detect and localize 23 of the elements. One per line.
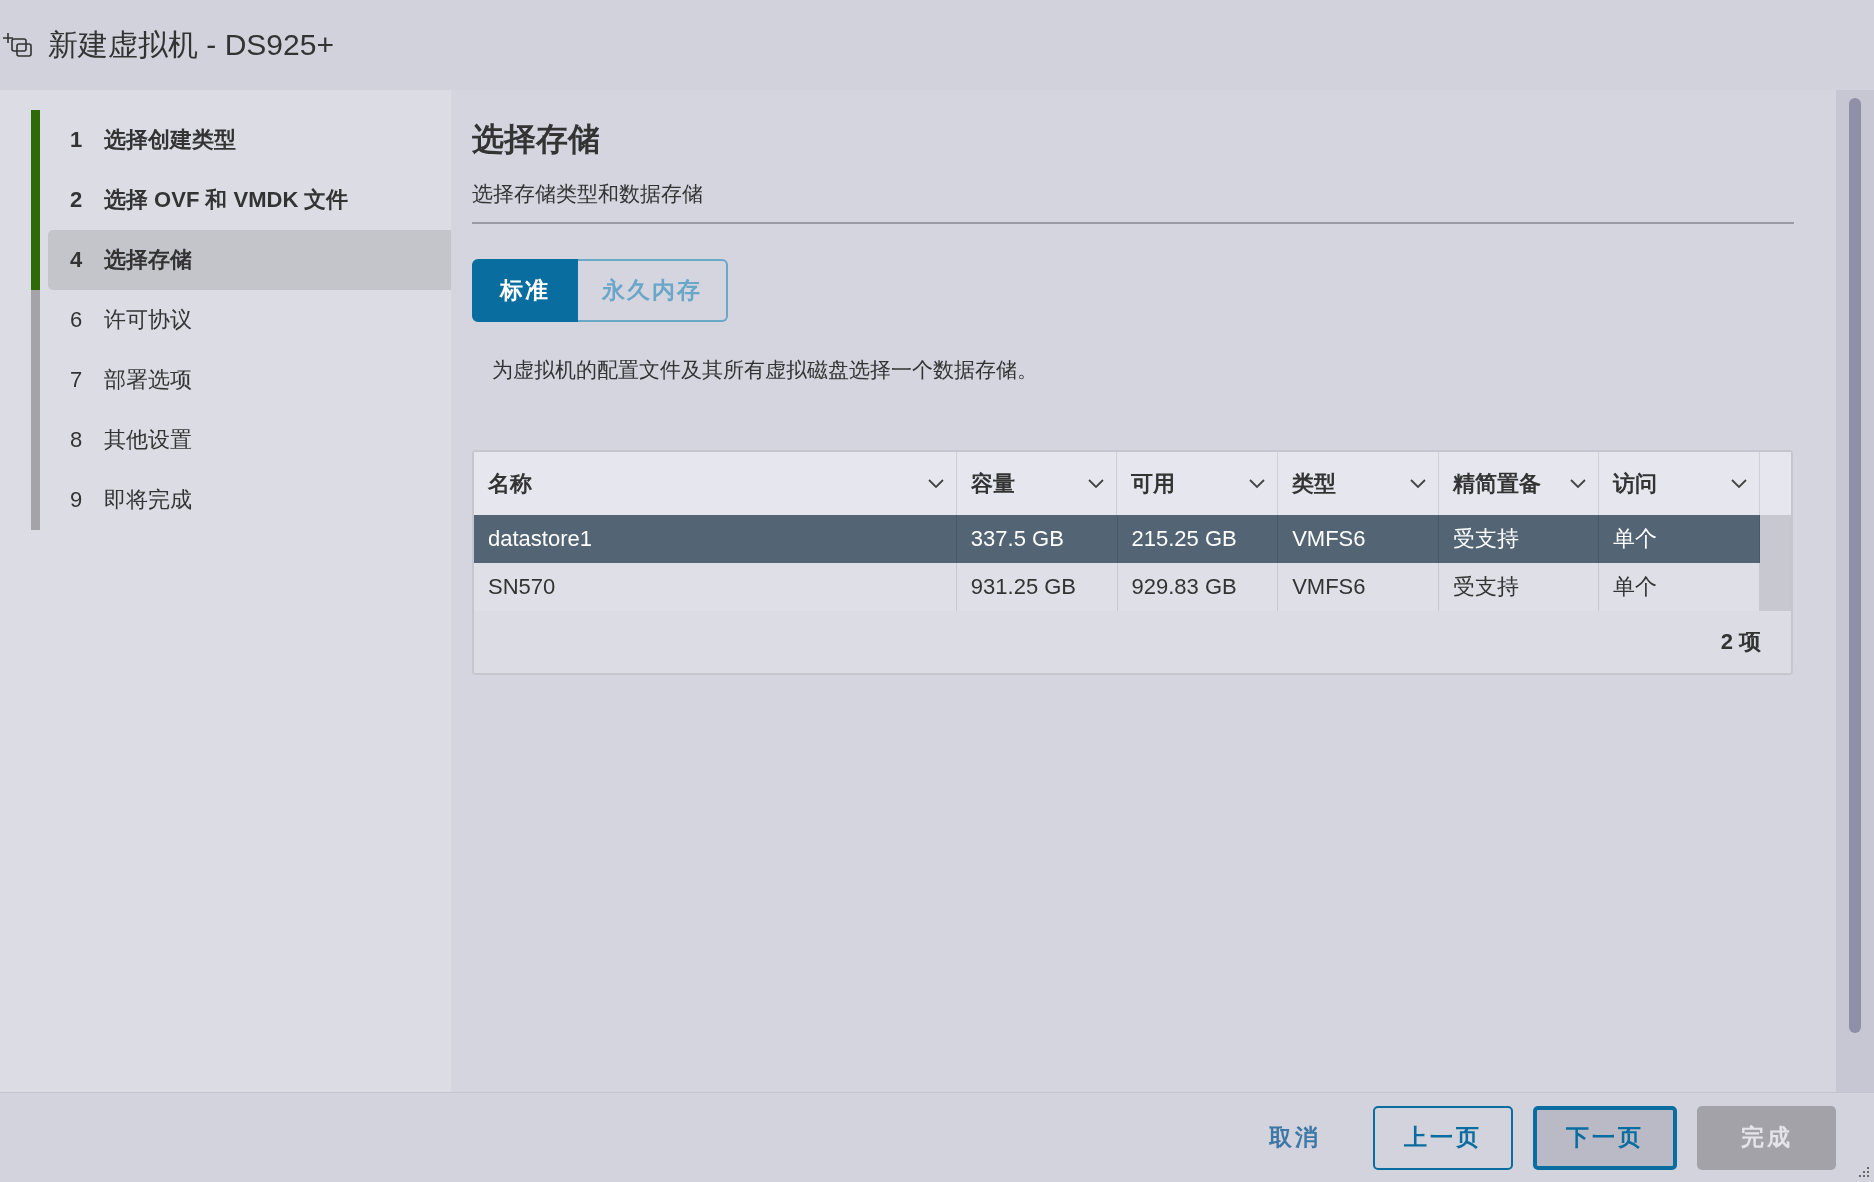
page-heading: 选择存储 — [472, 120, 601, 159]
storage-type-tab[interactable]: 标准 — [472, 259, 578, 322]
chevron-down-icon — [1249, 478, 1266, 489]
table-row[interactable]: datastore1 337.5 GB 215.25 GB VMFS6 受支持 单个 — [474, 515, 1791, 563]
chevron-down-icon — [927, 478, 944, 489]
wizard-step[interactable]: 1 选择创建类型 — [48, 110, 451, 170]
wizard-step[interactable]: 9 即将完成 — [48, 470, 451, 530]
item-count: 2 项 — [1720, 628, 1761, 656]
scrollbar[interactable] — [1836, 90, 1874, 1092]
chevron-down-icon — [1570, 478, 1587, 489]
wizard-step[interactable]: 8 其他设置 — [48, 410, 451, 470]
wizard-step[interactable]: 6 许可协议 — [48, 290, 451, 350]
chevron-down-icon — [1731, 478, 1748, 489]
page-subheading: 选择存储类型和数据存储 — [472, 180, 1794, 224]
wizard-button[interactable]: 上一页 — [1373, 1105, 1513, 1170]
wizard-step[interactable]: 7 部署选项 — [48, 350, 451, 410]
chevron-down-icon — [1088, 478, 1105, 489]
window-title: 新建虚拟机 - DS925+ — [48, 26, 334, 63]
wizard-step[interactable]: 4 选择存储 — [48, 230, 451, 290]
description-text: 为虚拟机的配置文件及其所有虚拟磁盘选择一个数据存储。 — [492, 357, 1039, 383]
resize-grip-icon[interactable] — [1858, 1166, 1870, 1178]
wizard-step[interactable]: 2 选择 OVF 和 VMDK 文件 — [48, 170, 451, 230]
chevron-down-icon — [1409, 478, 1426, 489]
